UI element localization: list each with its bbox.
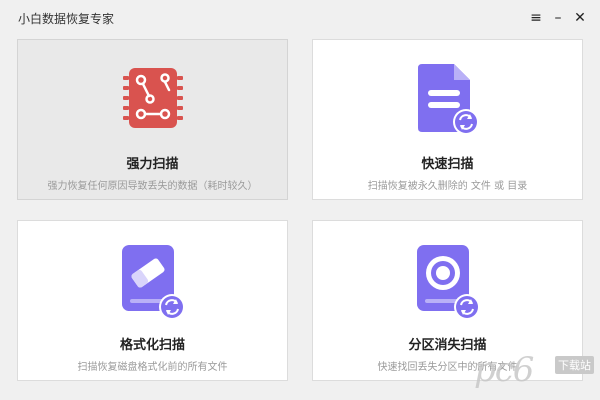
format-scan-card[interactable]: 格式化扫描 扫描恢复磁盘格式化前的所有文件 (17, 220, 288, 381)
deep-scan-card[interactable]: 强力扫描 强力恢复任何原因导致丢失的数据（耗时较久） (17, 39, 288, 200)
close-button[interactable]: ✕ (570, 8, 590, 28)
card-title: 快速扫描 (421, 157, 474, 172)
quick-scan-card[interactable]: 快速扫描 扫描恢复被永久删除的 文件 或 目录 (312, 39, 583, 200)
card-description: 扫描恢复被永久删除的 文件 或 目录 (367, 181, 528, 192)
disk-eraser-icon (120, 243, 186, 325)
card-description: 强力恢复任何原因导致丢失的数据（耗时较久） (47, 181, 258, 192)
card-description: 快速找回丢失分区中的所有文件 (377, 362, 518, 373)
card-title: 分区消失扫描 (408, 338, 487, 353)
disk-speaker-icon (415, 243, 481, 325)
chip-circuit-icon (122, 62, 183, 136)
card-title: 格式化扫描 (119, 338, 185, 353)
title-bar: 小白数据恢复专家 ≡ – ✕ (0, 0, 600, 36)
window-title: 小白数据恢复专家 (18, 12, 115, 26)
card-description: 扫描恢复磁盘格式化前的所有文件 (77, 362, 228, 373)
minimize-button[interactable]: – (548, 8, 568, 28)
document-refresh-icon (416, 62, 480, 142)
menu-button[interactable]: ≡ (526, 8, 546, 28)
partition-scan-card[interactable]: 分区消失扫描 快速找回丢失分区中的所有文件 (312, 220, 583, 381)
card-title: 强力扫描 (126, 157, 179, 172)
